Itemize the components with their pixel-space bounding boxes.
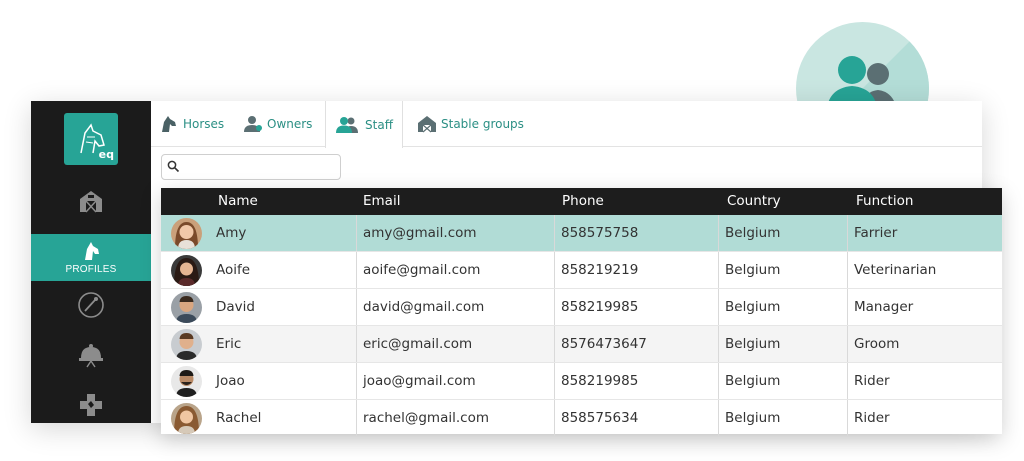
cell-phone: 858575634: [554, 400, 718, 436]
search-input[interactable]: [184, 158, 334, 176]
sidebar-item-training[interactable]: [31, 285, 151, 325]
riding-helmet-icon: [79, 344, 103, 368]
cell-country: Belgium: [718, 363, 847, 399]
table-row[interactable]: Rachel rachel@gmail.com 858575634 Belgiu…: [161, 400, 1002, 437]
table-row[interactable]: David david@gmail.com 858219985 Belgium …: [161, 289, 1002, 326]
sidebar-item-stables[interactable]: [31, 179, 151, 223]
column-header-function[interactable]: Function: [856, 188, 913, 215]
cell-name: Joao: [216, 373, 245, 389]
table-row[interactable]: Joao joao@gmail.com 858219985 Belgium Ri…: [161, 363, 1002, 400]
cell-function: Rider: [847, 363, 1002, 399]
cell-email: rachel@gmail.com: [356, 400, 554, 436]
search-icon: [167, 160, 180, 173]
barn-icon: [80, 191, 102, 213]
table-header: Name Email Phone Country Function: [161, 188, 1002, 215]
cell-phone: 8576473647: [554, 326, 718, 362]
cell-country: Belgium: [718, 215, 847, 251]
tab-horses[interactable]: Horses: [159, 101, 224, 147]
vet-cross-icon: [80, 394, 102, 416]
whip-icon: [78, 292, 104, 318]
tab-label: Horses: [183, 117, 225, 131]
cell-function: Veterinarian: [847, 252, 1002, 288]
table-row[interactable]: Amy amy@gmail.com 858575758 Belgium Farr…: [161, 215, 1002, 252]
tab-label: Staff: [365, 117, 393, 132]
cell-email: eric@gmail.com: [356, 326, 554, 362]
horse-head-icon: [85, 242, 99, 260]
table-row[interactable]: Eric eric@gmail.com 8576473647 Belgium G…: [161, 326, 1002, 363]
cell-email: david@gmail.com: [356, 289, 554, 325]
sidebar-item-health[interactable]: [31, 387, 151, 423]
cell-phone: 858219985: [554, 363, 718, 399]
cell-phone: 858575758: [554, 215, 718, 251]
column-header-email[interactable]: Email: [363, 188, 400, 215]
cell-phone: 858219219: [554, 252, 718, 288]
tab-owners[interactable]: Owners: [243, 101, 312, 147]
cell-name: Amy: [216, 225, 247, 241]
horse-head-icon: [162, 116, 176, 132]
avatar: [171, 218, 202, 249]
avatar: [171, 255, 202, 286]
owner-icon: [244, 116, 262, 132]
sidebar-item-riding[interactable]: [31, 335, 151, 375]
cell-function: Farrier: [847, 215, 1002, 251]
tab-stable-groups[interactable]: Stable groups: [417, 101, 524, 147]
cell-function: Manager: [847, 289, 1002, 325]
search-box[interactable]: [161, 154, 341, 180]
avatar: [171, 329, 202, 360]
sidebar-item-label: PROFILES: [65, 264, 117, 275]
cell-phone: 858219985: [554, 289, 718, 325]
app-logo[interactable]: eq: [64, 113, 118, 165]
cell-email: aoife@gmail.com: [356, 252, 554, 288]
cell-name: David: [216, 299, 255, 315]
cell-name: Rachel: [216, 410, 262, 426]
sidebar: eq PROFILES: [31, 101, 151, 423]
table-row[interactable]: Aoife aoife@gmail.com 858219219 Belgium …: [161, 252, 1002, 289]
column-header-country[interactable]: Country: [727, 188, 781, 215]
stable-icon: [418, 116, 436, 133]
cell-name: Aoife: [216, 262, 251, 278]
cell-name: Eric: [216, 336, 242, 352]
column-header-phone[interactable]: Phone: [562, 188, 604, 215]
cell-function: Groom: [847, 326, 1002, 362]
staff-icon: [336, 116, 359, 133]
tab-label: Stable groups: [441, 117, 524, 131]
avatar: [171, 403, 202, 434]
staff-table: Name Email Phone Country Function Amy am…: [161, 188, 1002, 437]
cell-country: Belgium: [718, 326, 847, 362]
avatar: [171, 366, 202, 397]
column-header-name[interactable]: Name: [218, 188, 258, 215]
tab-staff[interactable]: Staff: [325, 101, 403, 148]
cell-country: Belgium: [718, 289, 847, 325]
cell-function: Rider: [847, 400, 1002, 436]
tab-label: Owners: [267, 117, 313, 131]
sidebar-item-profiles[interactable]: PROFILES: [31, 234, 151, 281]
cell-country: Belgium: [718, 252, 847, 288]
tab-bar: Horses Owners Staff Stable groups: [151, 101, 982, 148]
cell-email: joao@gmail.com: [356, 363, 554, 399]
cell-email: amy@gmail.com: [356, 215, 554, 251]
cell-country: Belgium: [718, 400, 847, 436]
avatar: [171, 292, 202, 323]
logo-text: eq: [98, 148, 114, 161]
